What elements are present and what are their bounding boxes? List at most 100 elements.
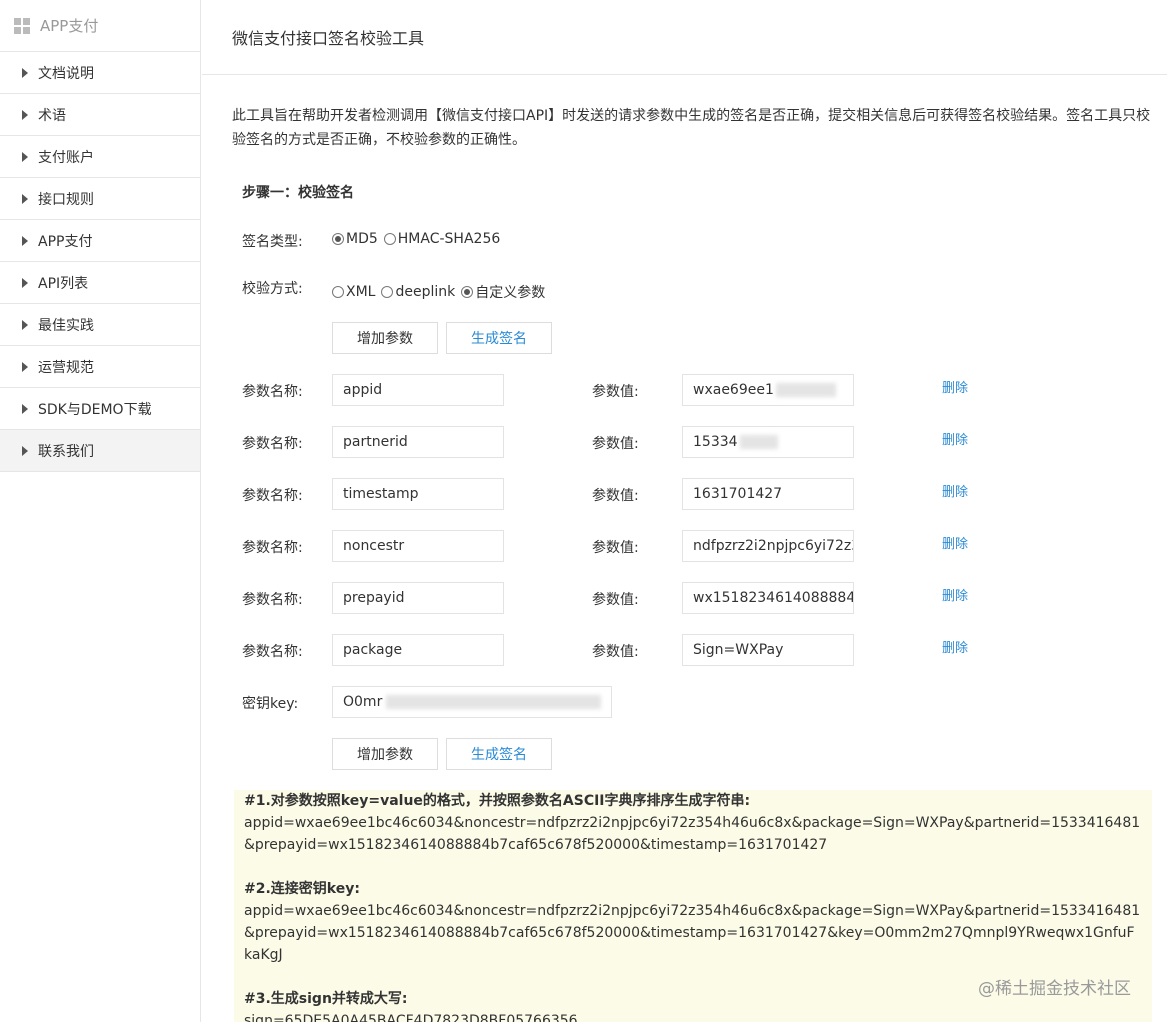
param-name-label: 参数名称:	[242, 592, 303, 608]
secret-key-text: O0mr	[343, 694, 383, 710]
radio-deeplink[interactable]: deeplink	[381, 284, 455, 300]
sidebar-item-docs[interactable]: 文档说明	[0, 52, 200, 94]
caret-right-icon	[22, 361, 28, 372]
sidebar-item-terms[interactable]: 术语	[0, 94, 200, 136]
param-name-label: 参数名称:	[242, 436, 303, 452]
add-param-button-bottom[interactable]: 增加参数	[332, 738, 438, 770]
caret-right-icon	[22, 193, 28, 204]
param-value-label: 参数值:	[592, 540, 639, 556]
caret-right-icon	[22, 319, 28, 330]
sidebar-item-label: API列表	[38, 275, 89, 292]
sidebar-item-label: APP支付	[38, 233, 93, 250]
add-param-button[interactable]: 增加参数	[332, 322, 438, 354]
secret-key-label: 密钥key:	[242, 696, 299, 712]
radio-label: deeplink	[395, 284, 456, 300]
secret-key-input[interactable]: O0mr	[332, 686, 612, 718]
sidebar-header: APP支付	[0, 0, 200, 52]
sidebar-item-sdk[interactable]: SDK与DEMO下载	[0, 388, 200, 430]
radio-hmac-sha256[interactable]: HMAC-SHA256	[383, 231, 501, 247]
sidebar-item-label: SDK与DEMO下载	[38, 401, 152, 418]
sidebar-item-label: 运营规范	[38, 359, 94, 376]
verify-method-radio-group: XML deeplink 自定义参数	[332, 282, 551, 302]
delete-link[interactable]: 删除	[942, 585, 968, 604]
param-row: 参数名称: appid 参数值: wxae69ee1 删除	[242, 374, 1142, 406]
param-name-input[interactable]: timestamp	[332, 478, 504, 510]
delete-link[interactable]: 删除	[942, 481, 968, 500]
sidebar-item-operation[interactable]: 运营规范	[0, 346, 200, 388]
generate-sign-button[interactable]: 生成签名	[446, 322, 552, 354]
param-value-text: 15334	[693, 434, 738, 450]
sidebar-item-best-practice[interactable]: 最佳实践	[0, 304, 200, 346]
radio-custom-params[interactable]: 自定义参数	[461, 282, 545, 302]
caret-right-icon	[22, 151, 28, 162]
radio-xml[interactable]: XML	[332, 284, 375, 300]
redacted-blur	[775, 383, 836, 397]
param-value-input[interactable]: wx1518234614088884b	[682, 582, 854, 614]
redacted-blur	[739, 435, 778, 449]
sidebar-item-contact[interactable]: 联系我们	[0, 430, 200, 472]
param-name-input[interactable]: prepayid	[332, 582, 504, 614]
sidebar-item-label: 最佳实践	[38, 317, 94, 334]
radio-unchecked-icon	[383, 233, 396, 245]
sidebar-item-api-list[interactable]: API列表	[0, 262, 200, 304]
param-name-input[interactable]: noncestr	[332, 530, 504, 562]
sidebar-item-label: 术语	[38, 107, 66, 124]
radio-unchecked-icon	[332, 286, 344, 298]
param-row: 参数名称: partnerid 参数值: 15334 删除	[242, 426, 1142, 458]
delete-link[interactable]: 删除	[942, 429, 968, 448]
param-value-input[interactable]: ndfpzrz2i2npjpc6yi72z3	[682, 530, 854, 562]
caret-right-icon	[22, 235, 28, 246]
param-value-label: 参数值:	[592, 436, 639, 452]
result-step1-heading: #1.对参数按照key=value的格式，并按照参数名ASCII字典序排序生成字…	[244, 793, 751, 809]
sidebar-item-label: 联系我们	[38, 443, 94, 460]
sidebar: APP支付 文档说明 术语 支付账户 接口规则 APP支付 API列表 最佳实践…	[0, 0, 201, 1022]
param-name-input[interactable]: appid	[332, 374, 504, 406]
param-name-label: 参数名称:	[242, 540, 303, 556]
param-name-label: 参数名称:	[242, 644, 303, 660]
delete-link[interactable]: 删除	[942, 377, 968, 396]
intro-text: 此工具旨在帮助开发者检测调用【微信支付接口API】时发送的请求参数中生成的签名是…	[232, 108, 1151, 148]
param-value-text: wxae69ee1	[693, 382, 774, 398]
sidebar-item-account[interactable]: 支付账户	[0, 136, 200, 178]
caret-right-icon	[22, 109, 28, 120]
radio-label: HMAC-SHA256	[397, 231, 501, 247]
sidebar-title: APP支付	[40, 17, 99, 35]
radio-label: XML	[346, 284, 376, 300]
watermark: @稀土掘金技术社区	[978, 979, 1131, 999]
result-step2-string: appid=wxae69ee1bc46c6034&noncestr=ndfpzr…	[244, 903, 1141, 963]
param-name-input[interactable]: package	[332, 634, 504, 666]
param-value-label: 参数值:	[592, 644, 639, 660]
param-value-input[interactable]: 15334	[682, 426, 854, 458]
param-name-label: 参数名称:	[242, 488, 303, 504]
caret-right-icon	[22, 445, 28, 456]
redacted-blur	[386, 695, 601, 709]
sidebar-item-label: 支付账户	[38, 149, 94, 166]
radio-label: MD5	[346, 231, 378, 247]
param-row: 参数名称: timestamp 参数值: 1631701427 删除	[242, 478, 1142, 510]
param-name-input[interactable]: partnerid	[332, 426, 504, 458]
param-value-label: 参数值:	[592, 592, 639, 608]
caret-right-icon	[22, 67, 28, 78]
param-row: 参数名称: noncestr 参数值: ndfpzrz2i2npjpc6yi72…	[242, 530, 1142, 562]
param-value-input[interactable]: 1631701427	[682, 478, 854, 510]
radio-md5[interactable]: MD5	[332, 231, 378, 247]
sidebar-item-label: 文档说明	[38, 65, 94, 82]
sidebar-item-app-pay[interactable]: APP支付	[0, 220, 200, 262]
caret-right-icon	[22, 277, 28, 288]
param-value-label: 参数值:	[592, 384, 639, 400]
generate-sign-button-bottom[interactable]: 生成签名	[446, 738, 552, 770]
main-content: 微信支付接口签名校验工具 此工具旨在帮助开发者检测调用【微信支付接口API】时发…	[202, 0, 1167, 1022]
result-step1-string: appid=wxae69ee1bc46c6034&noncestr=ndfpzr…	[244, 815, 1141, 853]
param-value-input[interactable]: wxae69ee1	[682, 374, 854, 406]
grid-icon	[14, 17, 30, 34]
radio-unchecked-icon	[381, 286, 394, 298]
param-name-label: 参数名称:	[242, 384, 303, 400]
sidebar-item-rules[interactable]: 接口规则	[0, 178, 200, 220]
delete-link[interactable]: 删除	[942, 533, 968, 552]
param-value-input[interactable]: Sign=WXPay	[682, 634, 854, 666]
sign-type-label: 签名类型:	[242, 234, 303, 250]
delete-link[interactable]: 删除	[942, 637, 968, 656]
param-row: 参数名称: prepayid 参数值: wx1518234614088884b …	[242, 582, 1142, 614]
result-sign-value: sign=65DE5A0A45BACF4D7823D8BF05766356	[244, 1013, 578, 1022]
verify-method-label: 校验方式:	[242, 281, 303, 297]
